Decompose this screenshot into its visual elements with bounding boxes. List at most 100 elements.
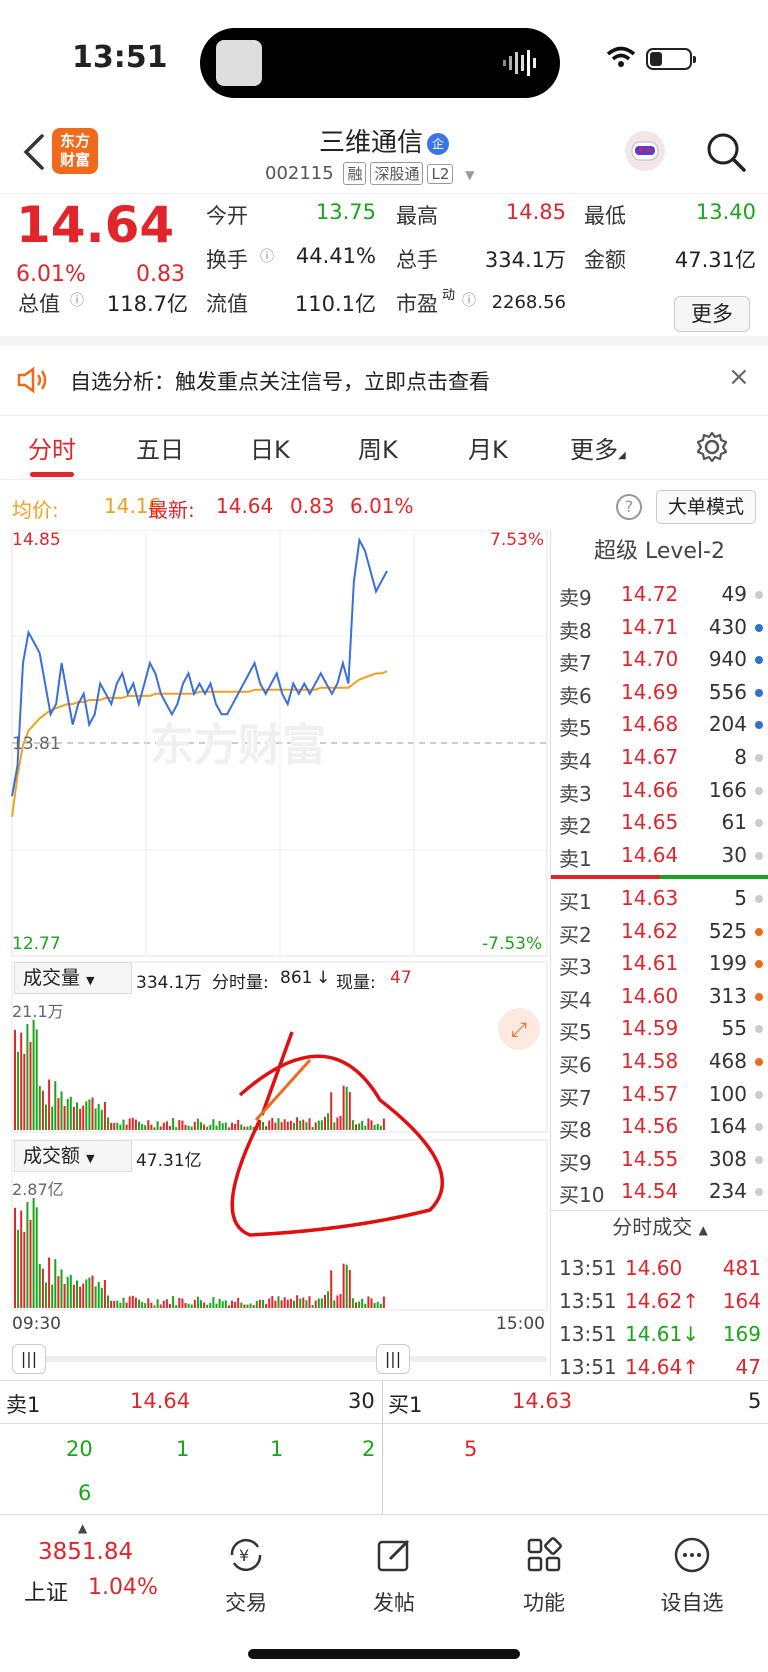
info-icon[interactable]: ⓘ: [260, 246, 274, 266]
volume-now-label: 现量:: [336, 973, 376, 993]
volume-selector[interactable]: 成交量 ▼: [14, 962, 132, 994]
bid-row[interactable]: 买3 14.61 199: [551, 947, 768, 979]
caret-up-icon: ▲: [698, 1223, 708, 1237]
bar: [345, 1264, 348, 1308]
trade-volume: 164: [722, 1289, 761, 1313]
bar: [200, 1300, 202, 1308]
trades-title: 分时成交: [612, 1215, 693, 1239]
bar: [252, 1305, 255, 1308]
tab-monthly-k[interactable]: 月K: [468, 430, 508, 465]
ask-level-label: 卖1: [559, 846, 592, 871]
nav-functions[interactable]: 功能: [484, 1525, 604, 1617]
sell-order-item: 20: [66, 1437, 93, 1461]
bid-level-label: 买6: [559, 1053, 592, 1077]
bid-row[interactable]: 买2 14.62 525: [551, 915, 768, 947]
amount-selector[interactable]: 成交额 ▼: [14, 1140, 132, 1172]
info-icon[interactable]: ⓘ: [462, 290, 476, 310]
ask-row[interactable]: 卖5 14.68 204: [551, 708, 768, 740]
bar: [302, 1297, 305, 1308]
bar: [320, 1120, 323, 1130]
bar: [265, 1126, 268, 1130]
index-name[interactable]: 上证: [24, 1575, 68, 1607]
queue-sell-label: 卖1: [6, 1393, 41, 1417]
bar: [69, 1096, 72, 1130]
dot-icon: [755, 819, 763, 828]
ask-row[interactable]: 卖7 14.70 940: [551, 643, 768, 675]
tab-intraday[interactable]: 分时: [28, 430, 76, 465]
index-value[interactable]: 3851.84: [38, 1539, 133, 1565]
volume-total: 334.1万: [136, 973, 202, 993]
bar: [187, 1303, 190, 1308]
bar: [172, 1118, 175, 1130]
bar: [45, 1104, 47, 1130]
scrubber-left-handle[interactable]: |||: [12, 1344, 46, 1374]
bar: [54, 1081, 57, 1130]
trade-row: 13:51 14.60 481: [551, 1252, 768, 1286]
order-book-title[interactable]: 超级 Level-2: [551, 530, 768, 574]
bar: [122, 1119, 125, 1130]
ask-row[interactable]: 卖8 14.71 430: [551, 611, 768, 643]
high-value: 14.85: [505, 200, 566, 224]
bar: [234, 1301, 237, 1308]
stock-code-row[interactable]: 002115 融深股通 L2 ▼: [265, 162, 474, 185]
bid-row[interactable]: 买8 14.56 164: [551, 1110, 768, 1142]
nav-post[interactable]: 发帖: [334, 1525, 454, 1617]
enterprise-badge-icon: 企: [427, 132, 449, 155]
dot-icon: [755, 1090, 763, 1099]
time-scrubber[interactable]: ||| |||: [12, 1344, 547, 1374]
latest-percent: 6.01%: [350, 494, 414, 518]
ask-row[interactable]: 卖3 14.66 166: [551, 774, 768, 806]
dynamic-island: [200, 28, 560, 98]
bar: [91, 1275, 94, 1308]
assistant-robot-icon[interactable]: [622, 128, 668, 174]
home-indicator[interactable]: [248, 1649, 520, 1659]
bid-row[interactable]: 买4 14.60 313: [551, 980, 768, 1012]
bar: [88, 1099, 91, 1130]
bid-price: 14.59: [621, 1016, 679, 1041]
big-order-mode-button[interactable]: 大单模式: [656, 490, 756, 524]
close-icon[interactable]: ×: [728, 362, 750, 392]
notice-bar[interactable]: 自选分析：触发重点关注信号，立即点击查看 ×: [0, 346, 768, 416]
ask-row[interactable]: 卖4 14.67 8: [551, 741, 768, 773]
bid-row[interactable]: 买9 14.55 308: [551, 1143, 768, 1175]
bid-row[interactable]: 买7 14.57 100: [551, 1078, 768, 1110]
bar: [348, 1092, 351, 1130]
bid-row[interactable]: 买10 14.54 234: [551, 1175, 768, 1207]
gear-icon[interactable]: [695, 430, 729, 464]
more-button[interactable]: 更多: [674, 296, 750, 332]
tab-weekly-k[interactable]: 周K: [358, 430, 398, 465]
intraday-chart-area[interactable]: 东方财富 14.85 13.81 12.77 7.53% -7.53% 成交量 …: [0, 530, 550, 1334]
bid-row[interactable]: 买5 14.59 55: [551, 1012, 768, 1044]
bid-row[interactable]: 买6 14.58 468: [551, 1045, 768, 1077]
bar: [317, 1298, 320, 1308]
tab-daily-k[interactable]: 日K: [250, 430, 290, 465]
audio-waveform-icon: [503, 50, 536, 76]
tab-five-day[interactable]: 五日: [136, 430, 184, 465]
volume-minute-label: 分时量:: [212, 973, 269, 993]
bar: [156, 1121, 159, 1130]
tab-more[interactable]: 更多◢: [570, 430, 626, 465]
ask-price: 14.71: [621, 614, 679, 639]
info-icon[interactable]: ⓘ: [70, 290, 84, 310]
bar: [63, 1283, 66, 1308]
ask-row[interactable]: 卖1 14.64 30: [551, 839, 768, 871]
expand-icon[interactable]: ⤢: [498, 1008, 540, 1050]
ask-row[interactable]: 卖9 14.72 49: [551, 578, 768, 610]
nav-trade[interactable]: ¥ 交易: [186, 1525, 306, 1617]
bid-volume: 199: [708, 951, 747, 976]
ask-row[interactable]: 卖6 14.69 556: [551, 676, 768, 708]
scrubber-right-handle[interactable]: |||: [376, 1344, 410, 1374]
bid-row[interactable]: 买1 14.63 5: [551, 882, 768, 914]
bar: [150, 1124, 153, 1130]
search-icon[interactable]: [704, 130, 748, 174]
bar: [190, 1304, 193, 1308]
nav-add-watchlist[interactable]: 设自选: [632, 1525, 752, 1617]
bar: [355, 1124, 357, 1130]
intraday-chart[interactable]: 东方财富: [0, 530, 550, 1330]
trades-header[interactable]: 分时成交 ▲: [551, 1210, 768, 1244]
help-icon[interactable]: ?: [616, 494, 642, 520]
bar: [79, 1286, 82, 1308]
ask-row[interactable]: 卖2 14.65 61: [551, 806, 768, 838]
chevron-down-icon[interactable]: ▼: [465, 168, 474, 182]
turnover-label: 换手: [206, 248, 248, 272]
